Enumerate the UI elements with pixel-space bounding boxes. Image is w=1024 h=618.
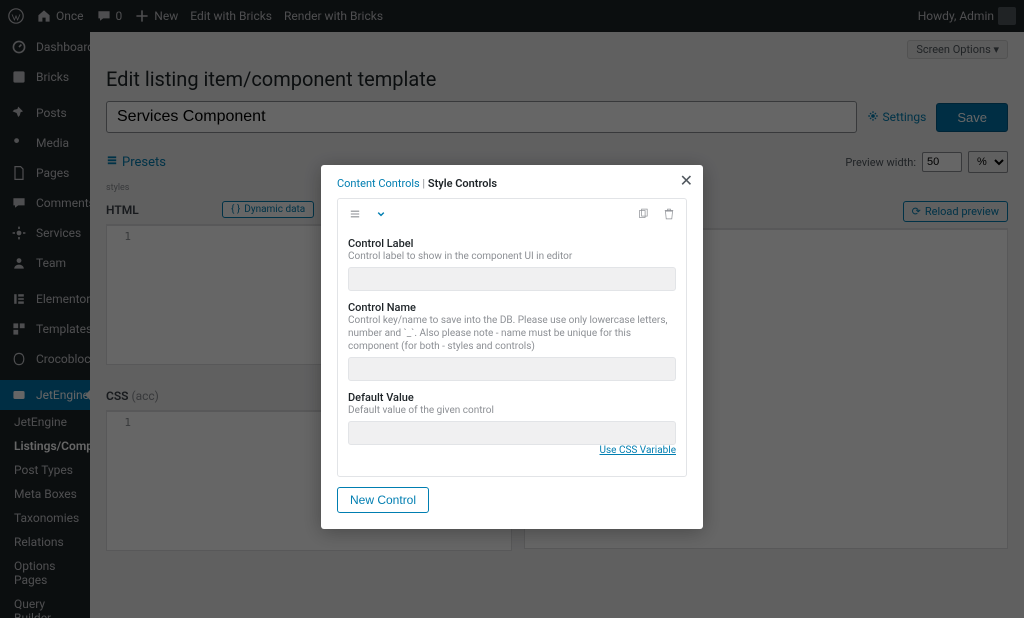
- drag-icon: [348, 207, 362, 225]
- modal-tabs: Content Controls | Style Controls: [337, 177, 687, 198]
- default-value-title: Default Value: [348, 391, 676, 404]
- delete-button[interactable]: [660, 205, 678, 227]
- control-name-input[interactable]: [348, 357, 676, 381]
- default-value-input[interactable]: [348, 421, 676, 445]
- control-label-title: Control Label: [348, 237, 676, 250]
- tab-content-controls[interactable]: Content Controls: [337, 177, 420, 190]
- duplicate-button[interactable]: [634, 205, 652, 227]
- tab-style-controls[interactable]: Style Controls: [428, 177, 497, 190]
- component-controls-modal: ✕ Content Controls | Style Controls Cont…: [321, 165, 703, 529]
- control-name-title: Control Name: [348, 301, 676, 314]
- control-label-input[interactable]: [348, 267, 676, 291]
- control-name-desc: Control key/name to save into the DB. Pl…: [348, 314, 676, 353]
- new-control-button[interactable]: New Control: [337, 487, 429, 513]
- collapse-toggle[interactable]: [372, 205, 390, 227]
- close-button[interactable]: ✕: [680, 171, 693, 191]
- control-label-desc: Control label to show in the component U…: [348, 250, 676, 263]
- use-css-variable-link[interactable]: Use CSS Variable: [600, 445, 676, 456]
- default-value-desc: Default value of the given control: [348, 404, 676, 417]
- close-icon: ✕: [680, 173, 693, 190]
- chevron-down-icon: [374, 207, 388, 225]
- trash-icon: [662, 207, 676, 225]
- copy-icon: [636, 207, 650, 225]
- control-card: Control Label Control label to show in t…: [337, 198, 687, 477]
- drag-handle[interactable]: [346, 205, 364, 227]
